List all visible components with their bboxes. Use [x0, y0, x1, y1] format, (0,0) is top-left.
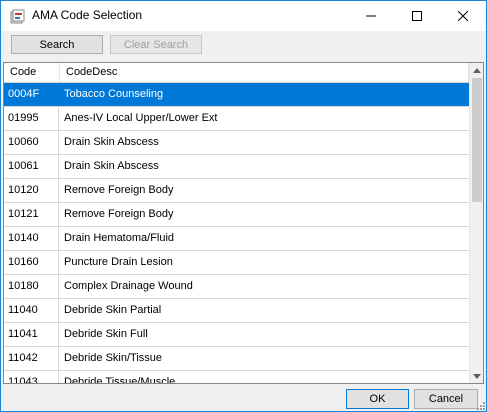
- cell-codedesc: Debride Skin Partial: [64, 304, 162, 316]
- table-row[interactable]: 11041 Debride Skin Full: [4, 323, 469, 347]
- table-row[interactable]: 11042 Debride Skin/Tissue: [4, 347, 469, 371]
- table-row[interactable]: 10060 Drain Skin Abscess: [4, 131, 469, 155]
- cell-code: 0004F: [4, 83, 59, 106]
- app-icon: [10, 9, 25, 24]
- minimize-button[interactable]: [348, 1, 394, 31]
- scroll-thumb[interactable]: [472, 78, 482, 202]
- vertical-scrollbar[interactable]: [469, 63, 483, 383]
- cell-codedesc: Remove Foreign Body: [64, 208, 174, 220]
- search-button[interactable]: Search: [11, 35, 103, 54]
- cell-codedesc: Drain Skin Abscess: [64, 136, 159, 148]
- window-title: AMA Code Selection: [32, 8, 143, 22]
- dialog-window: AMA Code Selection Search Clear Search C…: [0, 0, 487, 412]
- table-row[interactable]: 10061 Drain Skin Abscess: [4, 155, 469, 179]
- column-header-codedesc[interactable]: CodeDesc: [60, 63, 469, 82]
- cell-codedesc: Puncture Drain Lesion: [64, 256, 173, 268]
- resize-grip-icon[interactable]: [477, 402, 485, 410]
- cell-code: 10160: [4, 251, 59, 274]
- table-row[interactable]: 11043 Debride Tissue/Muscle: [4, 371, 469, 383]
- maximize-icon: [412, 11, 422, 21]
- minimize-icon: [366, 15, 376, 17]
- cell-code: 10121: [4, 203, 59, 226]
- scroll-up-icon: [473, 67, 481, 73]
- maximize-button[interactable]: [394, 1, 440, 31]
- column-header-code[interactable]: Code: [4, 63, 60, 82]
- cancel-button[interactable]: Cancel: [414, 389, 478, 409]
- cell-codedesc: Anes-IV Local Upper/Lower Ext: [64, 112, 218, 124]
- scroll-up-button[interactable]: [470, 63, 483, 77]
- cell-code: 10061: [4, 155, 59, 178]
- table-row[interactable]: 10120 Remove Foreign Body: [4, 179, 469, 203]
- close-button[interactable]: [440, 1, 486, 31]
- table-row[interactable]: 0004F Tobacco Counseling: [4, 83, 469, 107]
- table-row[interactable]: 11040 Debride Skin Partial: [4, 299, 469, 323]
- close-icon: [458, 11, 468, 21]
- code-grid[interactable]: Code CodeDesc 0004F Tobacco Counseling 01…: [3, 62, 484, 384]
- cell-codedesc: Tobacco Counseling: [64, 88, 164, 100]
- grid-header: Code CodeDesc: [4, 63, 469, 83]
- cell-codedesc: Debride Skin/Tissue: [64, 352, 163, 364]
- title-bar[interactable]: AMA Code Selection: [1, 1, 486, 31]
- cell-code: 11041: [4, 323, 59, 346]
- table-row[interactable]: 10180 Complex Drainage Wound: [4, 275, 469, 299]
- cell-codedesc: Drain Hematoma/Fluid: [64, 232, 175, 244]
- grid-rows: 0004F Tobacco Counseling 01995 Anes-IV Loc…: [4, 83, 469, 383]
- cell-code: 01995: [4, 107, 59, 130]
- cell-code: 10140: [4, 227, 59, 250]
- ok-button[interactable]: OK: [346, 389, 409, 409]
- cell-codedesc: Debride Tissue/Muscle: [64, 376, 176, 383]
- cell-code: 11043: [4, 371, 59, 383]
- table-row[interactable]: 01995 Anes-IV Local Upper/Lower Ext: [4, 107, 469, 131]
- cell-codedesc: Remove Foreign Body: [64, 184, 174, 196]
- cell-code: 11040: [4, 299, 59, 322]
- cell-codedesc: Complex Drainage Wound: [64, 280, 193, 292]
- table-row[interactable]: 10121 Remove Foreign Body: [4, 203, 469, 227]
- table-row[interactable]: 10140 Drain Hematoma/Fluid: [4, 227, 469, 251]
- scroll-down-button[interactable]: [470, 369, 483, 383]
- cell-code: 10180: [4, 275, 59, 298]
- cell-codedesc: Drain Skin Abscess: [64, 160, 159, 172]
- table-row[interactable]: 10160 Puncture Drain Lesion: [4, 251, 469, 275]
- clear-search-button[interactable]: Clear Search: [110, 35, 202, 54]
- cell-codedesc: Debride Skin Full: [64, 328, 148, 340]
- cell-code: 10060: [4, 131, 59, 154]
- cell-code: 11042: [4, 347, 59, 370]
- cell-code: 10120: [4, 179, 59, 202]
- scroll-down-icon: [473, 373, 481, 379]
